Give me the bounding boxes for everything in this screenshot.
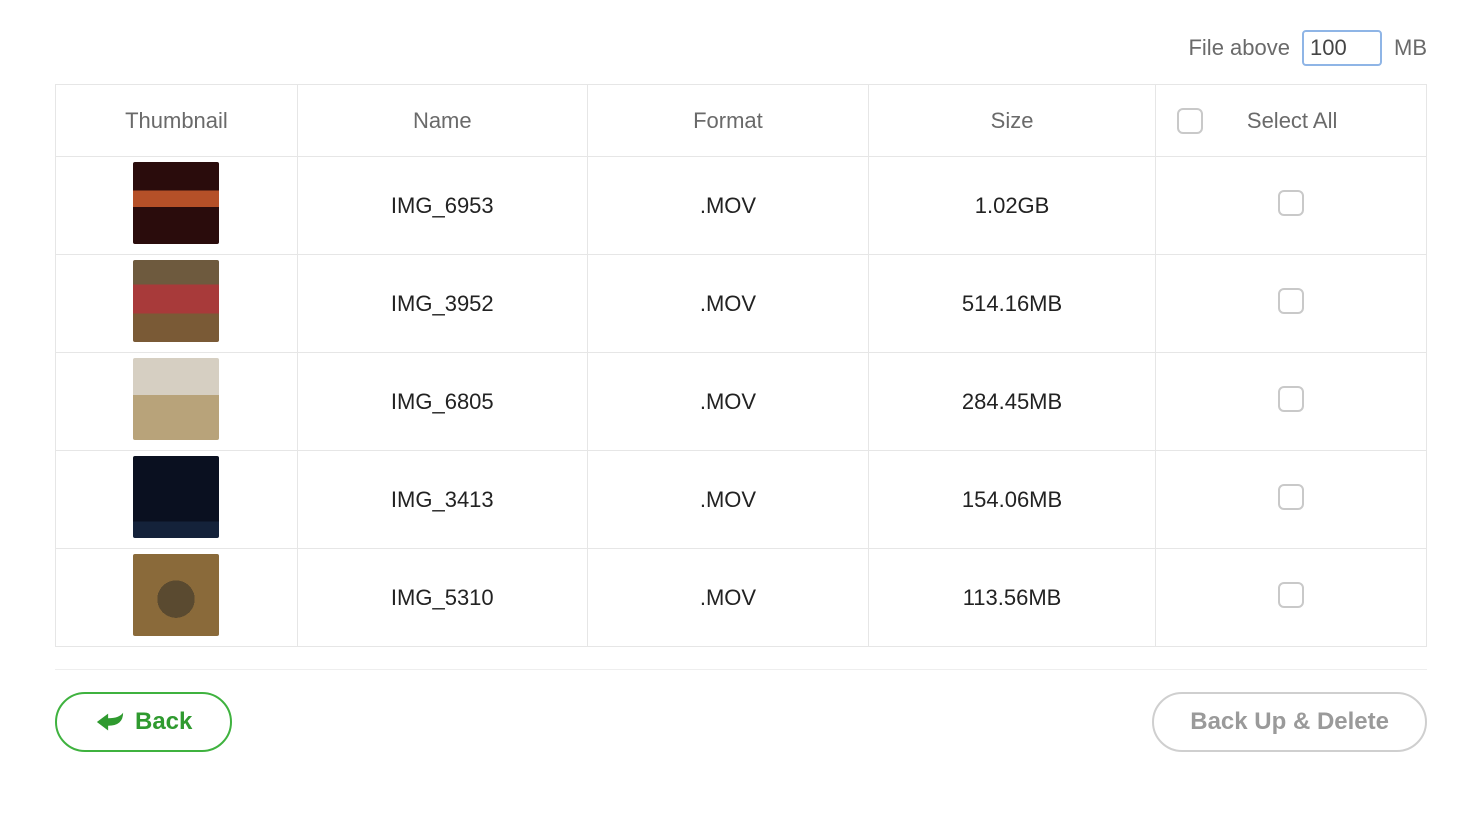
table-row: IMG_5310 .MOV 113.56MB [56,549,1427,647]
col-header-name: Name [297,85,587,157]
thumbnail-image [133,554,219,636]
cell-size: 284.45MB [869,353,1156,451]
back-arrow-icon [95,710,125,734]
cell-name: IMG_6805 [297,353,587,451]
row-select-checkbox[interactable] [1278,484,1304,510]
back-button[interactable]: Back [55,692,232,752]
cell-size: 154.06MB [869,451,1156,549]
col-header-size: Size [869,85,1156,157]
col-header-format: Format [587,85,868,157]
filter-unit: MB [1394,35,1427,61]
cell-size: 1.02GB [869,157,1156,255]
file-table: Thumbnail Name Format Size Select All IM… [55,84,1427,647]
backup-delete-button[interactable]: Back Up & Delete [1152,692,1427,752]
cell-size: 514.16MB [869,255,1156,353]
select-all-label: Select All [1247,108,1338,134]
thumbnail-image [133,456,219,538]
thumbnail-image [133,358,219,440]
cell-name: IMG_5310 [297,549,587,647]
filter-label: File above [1188,35,1290,61]
cell-format: .MOV [587,157,868,255]
row-select-checkbox[interactable] [1278,190,1304,216]
row-select-checkbox[interactable] [1278,288,1304,314]
table-row: IMG_3952 .MOV 514.16MB [56,255,1427,353]
thumbnail-image [133,162,219,244]
cell-name: IMG_3413 [297,451,587,549]
table-row: IMG_3413 .MOV 154.06MB [56,451,1427,549]
cell-format: .MOV [587,451,868,549]
cell-name: IMG_3952 [297,255,587,353]
back-button-label: Back [135,708,192,736]
thumbnail-image [133,260,219,342]
footer-bar: Back Back Up & Delete [55,669,1427,752]
col-header-thumbnail: Thumbnail [56,85,298,157]
col-header-select: Select All [1155,85,1426,157]
row-select-checkbox[interactable] [1278,386,1304,412]
cell-name: IMG_6953 [297,157,587,255]
file-size-threshold-input[interactable] [1302,30,1382,66]
table-row: IMG_6805 .MOV 284.45MB [56,353,1427,451]
cell-format: .MOV [587,255,868,353]
table-row: IMG_6953 .MOV 1.02GB [56,157,1427,255]
cell-format: .MOV [587,353,868,451]
backup-delete-button-label: Back Up & Delete [1190,708,1389,736]
cell-size: 113.56MB [869,549,1156,647]
select-all-checkbox[interactable] [1177,108,1203,134]
cell-format: .MOV [587,549,868,647]
row-select-checkbox[interactable] [1278,582,1304,608]
filter-bar: File above MB [55,30,1427,66]
